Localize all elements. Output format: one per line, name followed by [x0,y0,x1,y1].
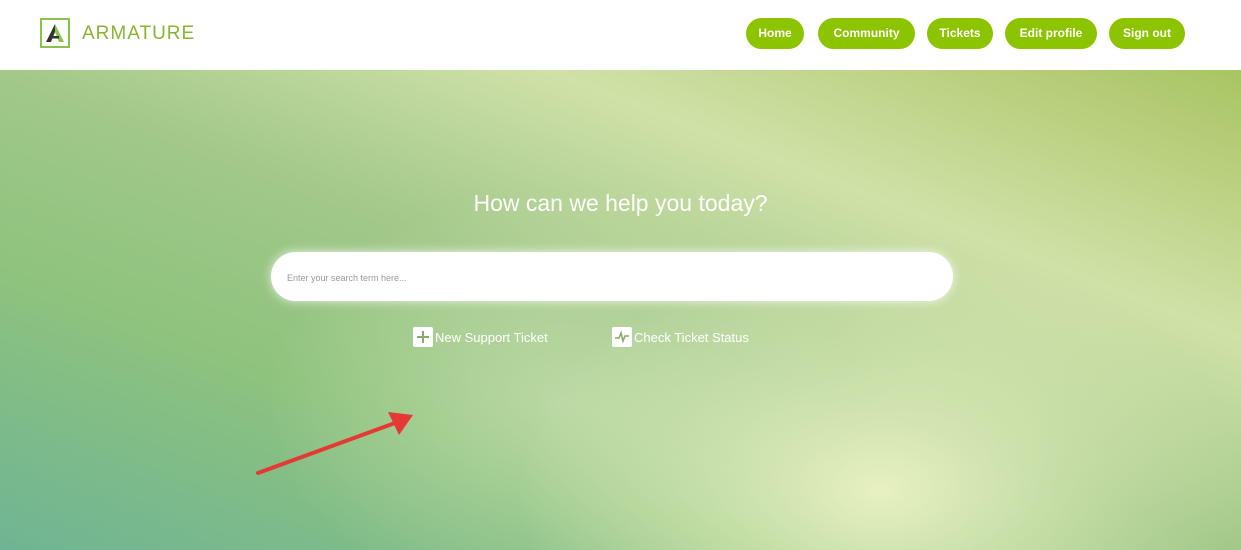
pulse-icon [612,327,632,347]
check-ticket-status-label: Check Ticket Status [634,329,749,345]
hero-section: How can we help you today? New Support T… [0,70,1241,550]
logo-icon[interactable] [40,18,70,48]
nav-community-button[interactable]: Community [818,18,915,49]
search-input[interactable] [285,252,939,303]
nav-sign-out-button[interactable]: Sign out [1109,18,1185,49]
logo-text[interactable]: ARMATURE [82,23,195,45]
check-ticket-status-link[interactable]: Check Ticket Status [612,327,749,347]
plus-icon [413,327,433,347]
search-box[interactable] [271,252,953,303]
site-header: ARMATURE Home Community Tickets Edit pro… [0,0,1241,70]
new-support-ticket-label: New Support Ticket [435,329,548,345]
nav-edit-profile-button[interactable]: Edit profile [1005,18,1097,49]
new-support-ticket-link[interactable]: New Support Ticket [413,327,548,347]
red-arrow-annotation [256,412,413,475]
nav-tickets-button[interactable]: Tickets [927,18,993,49]
page-title: How can we help you today? [473,190,768,216]
nav-home-button[interactable]: Home [746,18,804,49]
